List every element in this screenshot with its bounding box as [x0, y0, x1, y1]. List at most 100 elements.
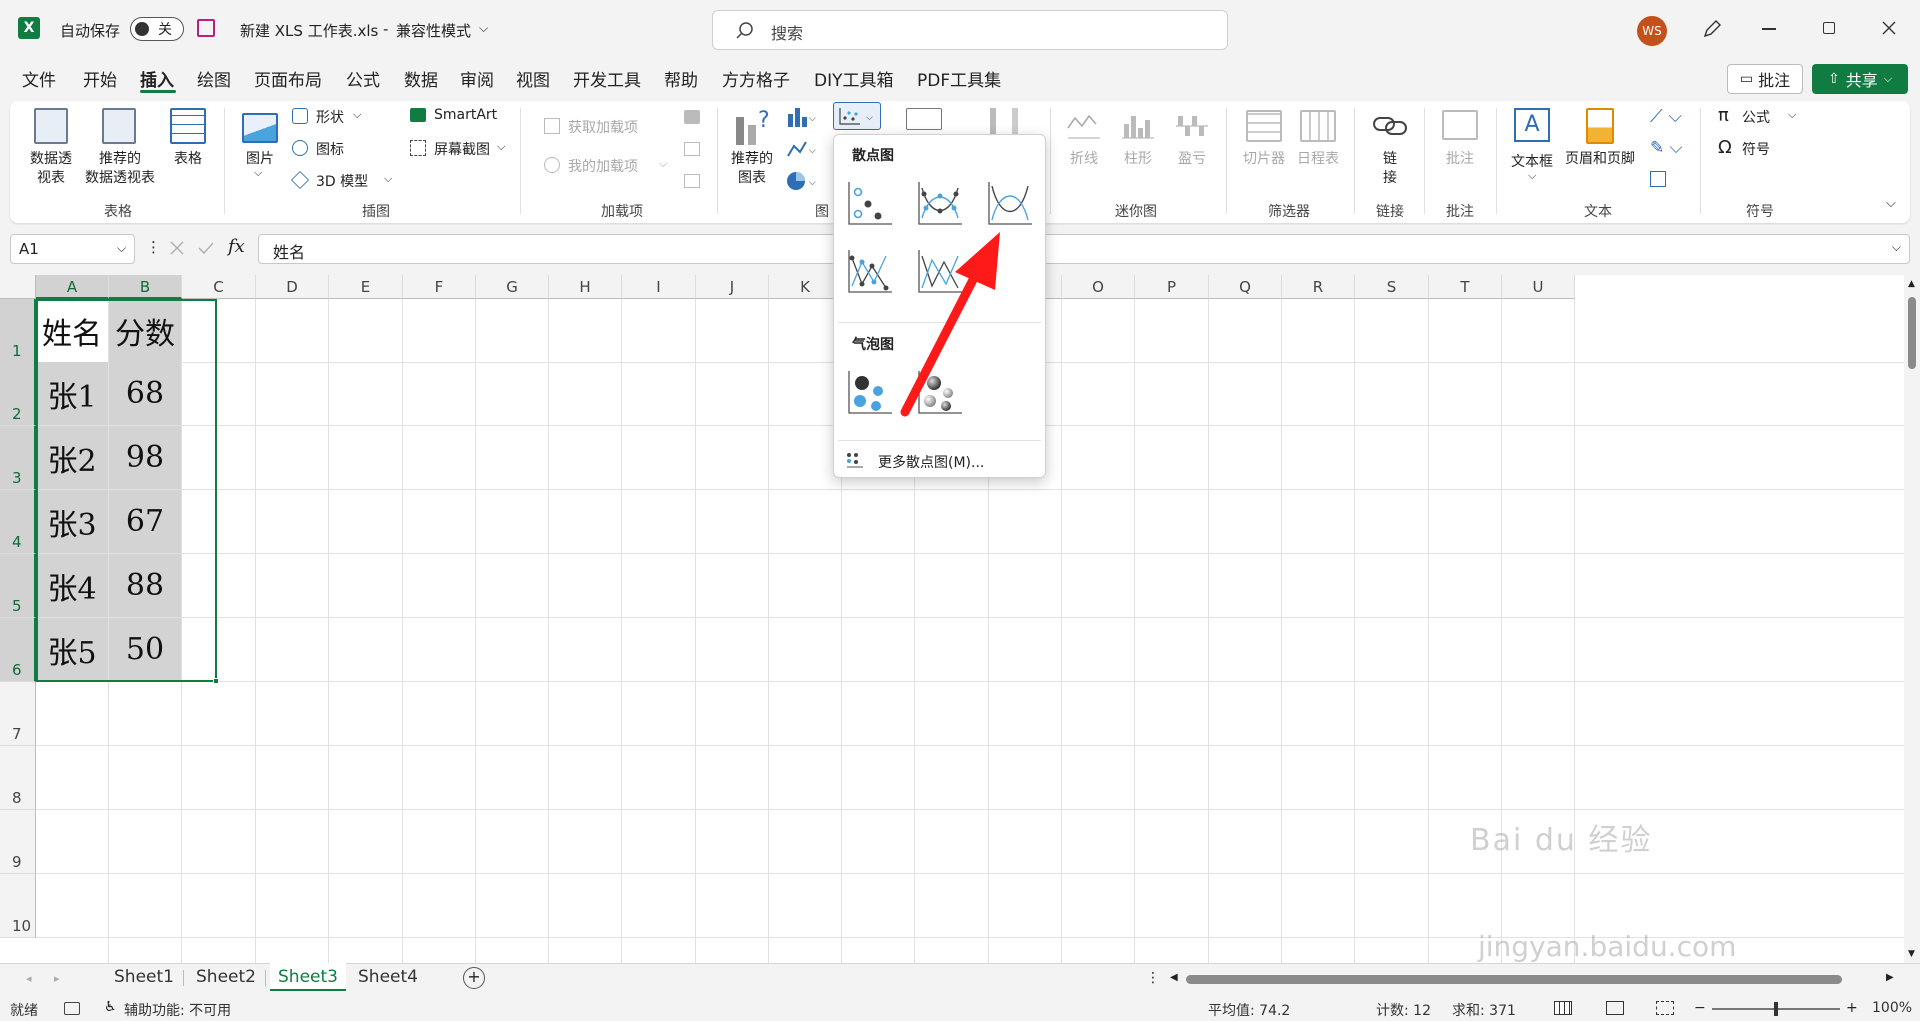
recommended-pivot-label-2[interactable]: 数据透视表 [80, 167, 160, 187]
select-all-corner[interactable] [0, 275, 36, 299]
tab-view[interactable]: 视图 [516, 66, 550, 91]
column-header-i[interactable]: I [622, 275, 696, 299]
slicer-label[interactable]: 切片器 [1236, 148, 1292, 168]
zoom-in-icon[interactable]: + [1846, 1000, 1858, 1016]
next-sheet-icon[interactable]: ▸ [54, 972, 60, 985]
row-header-10[interactable]: 10 [0, 874, 36, 938]
column-header-p[interactable]: P [1135, 275, 1209, 299]
normal-view-icon[interactable] [1554, 1001, 1572, 1015]
macro-record-icon[interactable] [64, 1002, 80, 1015]
row-header-4[interactable]: 4 [0, 490, 36, 554]
scatter-smooth-lines-icon[interactable] [986, 180, 1034, 226]
smartart-label[interactable]: SmartArt [434, 107, 497, 123]
page-break-view-icon[interactable] [1656, 1001, 1674, 1015]
tab-file[interactable]: 文件 [22, 66, 56, 91]
comment-ribbon-label[interactable]: 批注 [1432, 148, 1488, 168]
tab-draw[interactable]: 绘图 [197, 66, 231, 91]
tab-page-layout[interactable]: 页面布局 [254, 66, 322, 91]
column-header-f[interactable]: F [403, 275, 476, 299]
insert-function-icon[interactable]: fx [228, 236, 245, 257]
wordart-icon[interactable]: ⟋ ⌵ [1650, 106, 1682, 127]
scatter-smooth-markers-icon[interactable] [916, 180, 964, 226]
tab-formulas[interactable]: 公式 [346, 66, 380, 91]
tab-developer[interactable]: 开发工具 [573, 66, 641, 91]
recommended-pivot-label-1[interactable]: 推荐的 [80, 148, 160, 168]
signature-icon[interactable]: ✎ ⌵ [1650, 138, 1683, 158]
textbox-label[interactable]: 文本框 [1506, 151, 1558, 171]
accessibility-icon[interactable]: ♿ [104, 999, 117, 1015]
confirm-icon[interactable] [198, 241, 214, 255]
recommended-charts-label-2[interactable]: 图表 [722, 167, 782, 187]
header-footer-label[interactable]: 页眉和页脚 [1560, 148, 1640, 168]
compat-mode[interactable]: 兼容性模式 [396, 20, 471, 41]
share-button[interactable]: ⇧ 共享 ⌵ [1812, 64, 1908, 94]
row-header-1[interactable]: 1 [0, 299, 36, 363]
comments-button[interactable]: ▭ 批注 [1727, 64, 1803, 94]
tab-data[interactable]: 数据 [404, 66, 438, 91]
column-header-q[interactable]: Q [1209, 275, 1282, 299]
column-header-h[interactable]: H [549, 275, 622, 299]
object-icon[interactable] [1650, 171, 1666, 187]
row-header-7[interactable]: 7 [0, 682, 36, 746]
status-sum[interactable]: 求和: 371 [1452, 1000, 1516, 1020]
link-label-2[interactable]: 接 [1376, 167, 1404, 187]
status-count[interactable]: 计数: 12 [1376, 1000, 1431, 1020]
more-dots-icon[interactable]: ⋮ [146, 238, 161, 256]
autosave-toggle[interactable]: 关 [130, 17, 184, 41]
equation-label[interactable]: 公式 [1742, 107, 1770, 127]
tab-home[interactable]: 开始 [83, 66, 117, 91]
column-header-a[interactable]: A [36, 275, 109, 299]
column-chart-icon[interactable]: ⌵ [786, 106, 816, 128]
scroll-down-icon[interactable]: ▼ [1908, 949, 1915, 959]
column-header-g[interactable]: G [476, 275, 549, 299]
status-average[interactable]: 平均值: 74.2 [1208, 1000, 1290, 1020]
column-header-u[interactable]: U [1502, 275, 1575, 299]
scatter-option-icon[interactable] [846, 180, 894, 226]
prev-sheet-icon[interactable]: ◂ [26, 972, 32, 985]
avatar[interactable]: WS [1637, 16, 1667, 46]
screenshot-label[interactable]: 屏幕截图 [434, 139, 490, 159]
row-header-5[interactable]: 5 [0, 554, 36, 618]
page-layout-view-icon[interactable] [1606, 1001, 1624, 1015]
sparkline-line-label[interactable]: 折线 [1060, 148, 1108, 168]
tab-fangfang[interactable]: 方方格子 [722, 66, 790, 91]
zoom-slider-thumb[interactable] [1774, 1002, 1778, 1016]
formula-input[interactable]: 姓名 ⌵ [258, 234, 1910, 264]
scroll-right-icon[interactable]: ▶ [1886, 972, 1894, 983]
status-accessibility[interactable]: 辅助功能: 不可用 [124, 1000, 231, 1020]
link-label-1[interactable]: 链 [1376, 148, 1404, 168]
pen-icon[interactable] [1701, 18, 1723, 40]
sheet-tab-sheet2[interactable]: Sheet2 [190, 963, 262, 991]
column-header-b[interactable]: B [109, 275, 182, 299]
pivot-table-label-1[interactable]: 数据透 [22, 148, 80, 168]
pivot-table-label-2[interactable]: 视表 [22, 167, 80, 187]
timeline-label[interactable]: 日程表 [1290, 148, 1346, 168]
icons-label[interactable]: 图标 [316, 139, 344, 159]
save-icon[interactable] [197, 19, 215, 37]
add-sheet-icon[interactable]: + [463, 967, 485, 989]
sparkline-winloss-label[interactable]: 盈亏 [1168, 148, 1216, 168]
scroll-left-icon[interactable]: ◀ [1170, 972, 1178, 983]
horizontal-scroll-thumb[interactable] [1186, 975, 1842, 984]
tab-split-icon[interactable]: ⋮ [1146, 970, 1160, 986]
sheet-tab-sheet3[interactable]: Sheet3 [270, 963, 346, 991]
cancel-icon[interactable] [170, 241, 184, 255]
sheet-tab-sheet1[interactable]: Sheet1 [108, 963, 180, 991]
fill-handle[interactable] [213, 678, 219, 684]
column-header-o[interactable]: O [1062, 275, 1135, 299]
zoom-level[interactable]: 100% [1872, 1000, 1912, 1016]
3d-model-label[interactable]: 3D 模型 [316, 171, 368, 191]
pie-chart-icon[interactable]: ⌵ [786, 170, 816, 192]
table-label[interactable]: 表格 [162, 148, 214, 168]
column-header-s[interactable]: S [1355, 275, 1429, 299]
tab-insert[interactable]: 插入 [140, 66, 174, 91]
zoom-out-icon[interactable]: − [1694, 1000, 1706, 1016]
column-header-r[interactable]: R [1282, 275, 1355, 299]
close-icon[interactable] [1882, 21, 1896, 35]
symbol-label[interactable]: 符号 [1742, 139, 1770, 159]
scroll-up-icon[interactable]: ▲ [1908, 279, 1915, 289]
tab-help[interactable]: 帮助 [664, 66, 698, 91]
more-scatter-option[interactable]: 更多散点图(M)... [840, 446, 1040, 474]
minimize-icon[interactable] [1762, 28, 1776, 30]
row-header-8[interactable]: 8 [0, 746, 36, 810]
